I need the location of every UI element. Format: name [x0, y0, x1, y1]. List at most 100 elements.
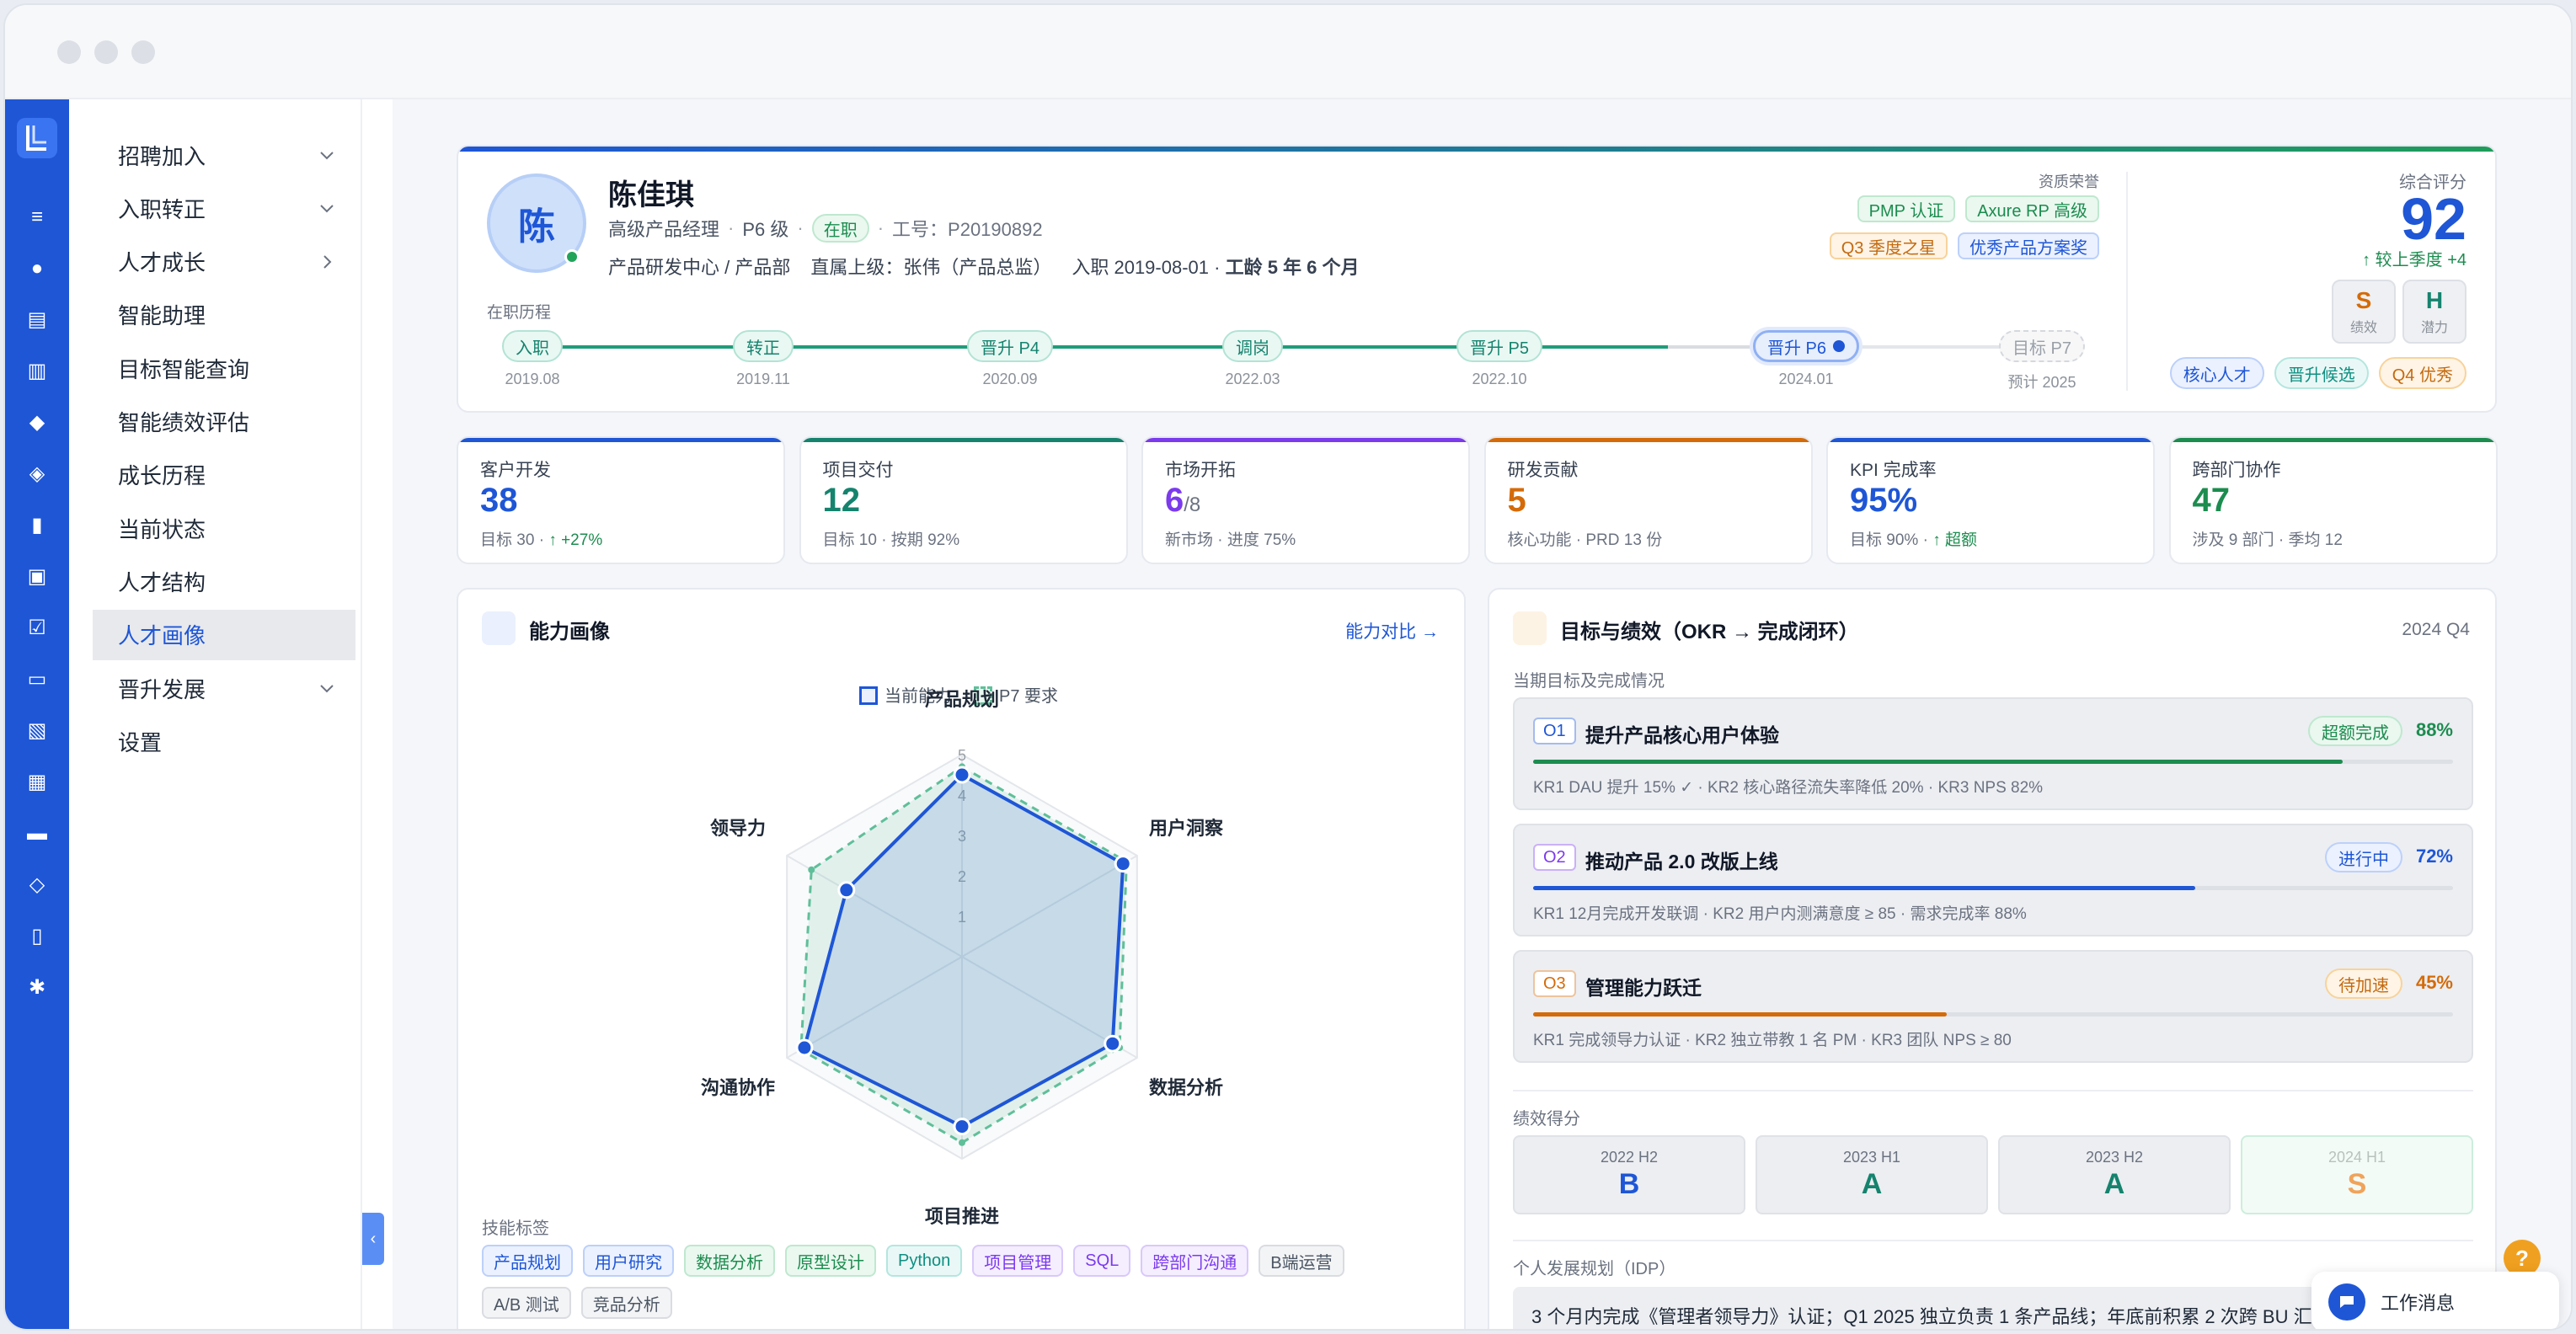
kpi-value: 6 — [1165, 482, 1184, 519]
settings-window-icon[interactable]: ▣ — [24, 563, 51, 590]
radar-current-point[interactable] — [953, 766, 971, 784]
shield-check-icon[interactable]: ◈ — [24, 461, 51, 488]
radar-current-point[interactable] — [1114, 855, 1132, 873]
employee-meta: 高级产品经理 · P6 级 · 在职 · 工号：P20190892 — [608, 214, 1043, 243]
okr-title: 目标与绩效（OKR → 完成闭环） — [1560, 621, 1859, 643]
user-icon[interactable]: ● — [24, 255, 51, 282]
timeline-node[interactable]: 目标 P7 — [1998, 330, 2086, 362]
skill-tag[interactable]: 数据分析 — [684, 1245, 775, 1277]
perf-title: 绩效得分 — [1513, 1110, 1580, 1129]
perf-grade-card[interactable]: 2024 H1 S — [2241, 1135, 2473, 1214]
sidebar-item-label: 智能绩效评估 — [118, 410, 250, 435]
perf-grade-card[interactable]: 2022 H2 B — [1513, 1135, 1745, 1214]
honor-tag: Q3 季度之星 — [1829, 232, 1948, 259]
skill-tag[interactable]: 产品规划 — [482, 1245, 573, 1277]
layers-icon[interactable]: ◇ — [24, 872, 51, 899]
performance-grade-box: S 绩效 — [2332, 280, 2396, 344]
sidebar-item-0[interactable]: 招聘加入 — [93, 130, 355, 180]
sidebar-item-3[interactable]: 智能助理 — [93, 290, 355, 340]
bar-chart-icon[interactable]: ▯ — [24, 923, 51, 950]
timeline-node[interactable]: 晋升 P6 — [1752, 330, 1860, 362]
id-card-icon[interactable]: ▤ — [24, 307, 51, 334]
timeline-node-label: 目标 P7 — [2012, 339, 2072, 358]
skill-tag[interactable]: 跨部门沟通 — [1141, 1245, 1249, 1277]
briefcase-icon[interactable]: ▮ — [24, 512, 51, 539]
sidebar-item-5[interactable]: 智能绩效评估 — [93, 397, 355, 447]
employee-id: 工号：P20190892 — [892, 219, 1043, 240]
window-minimize-dot[interactable] — [94, 40, 118, 64]
timeline-node[interactable]: 晋升 P5 — [1456, 330, 1543, 362]
okr-item[interactable]: O1 提升产品核心用户体验 超额完成 88% KR1 DAU 提升 15% ✓ · KR… — [1513, 697, 2473, 810]
perf-grade: S — [2347, 1168, 2367, 1200]
okr-progress-fill — [1533, 886, 2196, 890]
sidebar-item-8[interactable]: 人才结构 — [93, 556, 355, 606]
skill-tag[interactable]: B端运营 — [1259, 1245, 1344, 1277]
skill-tag[interactable]: 原型设计 — [785, 1245, 876, 1277]
window-close-dot[interactable] — [57, 40, 81, 64]
kpi-title: 市场开拓 — [1165, 461, 1236, 480]
timeline-node[interactable]: 入职 — [502, 330, 563, 362]
app-logo-icon[interactable] — [17, 118, 57, 158]
skill-tag[interactable]: 项目管理 — [972, 1245, 1064, 1277]
okr-section-icon — [1513, 611, 1547, 645]
kpi-sub: 目标 30 · — [480, 531, 549, 549]
kpi-card[interactable]: KPI 完成率 95% 目标 90% · ↑ 超额 — [1826, 436, 2155, 564]
sidebar-item-7[interactable]: 当前状态 — [93, 503, 355, 553]
checklist-icon[interactable]: ☑ — [24, 615, 51, 642]
radar-current-point[interactable] — [1104, 1034, 1122, 1053]
window-maximize-dot[interactable] — [131, 40, 155, 64]
kpi-value: 5 — [1507, 482, 1526, 519]
perf-grade-card[interactable]: 2023 H1 A — [1756, 1135, 1988, 1214]
credit-card-icon[interactable]: ▬ — [24, 820, 51, 847]
kpi-card[interactable]: 跨部门协作 47 涉及 9 部门 · 季均 12 — [2168, 436, 2498, 564]
sidebar-item-6[interactable]: 成长历程 — [93, 450, 355, 500]
okr-key-results: KR1 DAU 提升 15% ✓ · KR2 核心路径流失率降低 20% · K… — [1533, 779, 2044, 797]
pdf-icon[interactable]: ▧ — [24, 718, 51, 744]
sidebar: 招聘加入 入职转正 人才成长 智能助理 目标智能查询智能绩效评估成长历程 当前状态人才结构… — [69, 99, 362, 1329]
skill-tag[interactable]: 用户研究 — [583, 1245, 674, 1277]
sidebar-item-11[interactable]: 设置 — [93, 716, 355, 766]
calendar-check-icon[interactable]: ▦ — [24, 769, 51, 796]
list-icon[interactable]: ≡ — [24, 204, 51, 231]
chevron-down-icon — [317, 198, 337, 218]
sidebar-item-9[interactable]: 人才画像 — [93, 609, 355, 660]
radar-current-point[interactable] — [953, 1118, 971, 1136]
sidebar-collapse-button[interactable]: ‹ — [362, 1213, 384, 1265]
okr-item[interactable]: O2 推动产品 2.0 改版上线 进行中 72% KR1 12月完成开发联调 · KR2… — [1513, 824, 2473, 936]
sidebar-item-10[interactable]: 晋升发展 — [93, 663, 355, 713]
timeline-node[interactable]: 转正 — [733, 330, 794, 362]
kpi-value: 12 — [822, 482, 861, 519]
timeline-node-label: 晋升 P5 — [1469, 339, 1530, 358]
perf-grade-card[interactable]: 2023 H2 A — [1998, 1135, 2231, 1214]
timeline-node-label: 晋升 P6 — [1766, 339, 1827, 358]
online-status-icon — [564, 249, 580, 264]
kpi-card[interactable]: 项目交付 12 目标 10 · 按期 92% — [799, 436, 1128, 564]
sidebar-item-label: 人才结构 — [118, 569, 206, 595]
kpi-card[interactable]: 客户开发 38 目标 30 · ↑ +27% — [457, 436, 785, 564]
okr-item[interactable]: O3 管理能力跃迁 待加速 45% KR1 完成领导力认证 · KR2 独立带教 1 名… — [1513, 950, 2473, 1063]
timeline-node[interactable]: 调岗 — [1222, 330, 1283, 362]
skill-tag[interactable]: A/B 测试 — [482, 1287, 571, 1319]
skill-tag[interactable]: 竞品分析 — [580, 1287, 672, 1319]
work-message-button[interactable]: 工作消息 — [2311, 1272, 2559, 1329]
radar-current-point[interactable] — [837, 881, 856, 899]
sidebar-item-2[interactable]: 人才成长 — [93, 237, 355, 287]
potential-grade-box: H 潜力 — [2402, 280, 2466, 344]
sidebar-item-label: 设置 — [118, 729, 163, 755]
kpi-card[interactable]: 研发贡献 5 核心功能 · PRD 13 份 — [1483, 436, 1813, 564]
book-icon[interactable]: ▭ — [24, 666, 51, 693]
org-chart-icon[interactable]: ▥ — [24, 358, 51, 385]
sidebar-item-4[interactable]: 目标智能查询 — [93, 343, 355, 393]
cube-icon[interactable]: ◆ — [24, 409, 51, 436]
avatar[interactable]: 陈 — [487, 173, 586, 273]
timeline-node[interactable]: 晋升 P4 — [966, 330, 1054, 362]
kpi-value: 38 — [480, 482, 518, 519]
kpi-card[interactable]: 市场开拓 6/8 新市场 · 进度 75% — [1141, 436, 1470, 564]
okr-key-results: KR1 12月完成开发联调 · KR2 用户内测满意度 ≥ 85 · 需求完成率… — [1533, 905, 2027, 923]
gear-icon[interactable]: ✱ — [24, 974, 51, 1001]
skill-tag[interactable]: SQL — [1073, 1245, 1131, 1277]
honors-title: 资质荣誉 — [2039, 173, 2099, 190]
skill-tag[interactable]: Python — [886, 1245, 963, 1277]
sidebar-item-1[interactable]: 入职转正 — [93, 183, 355, 233]
radar-current-point[interactable] — [795, 1038, 814, 1057]
